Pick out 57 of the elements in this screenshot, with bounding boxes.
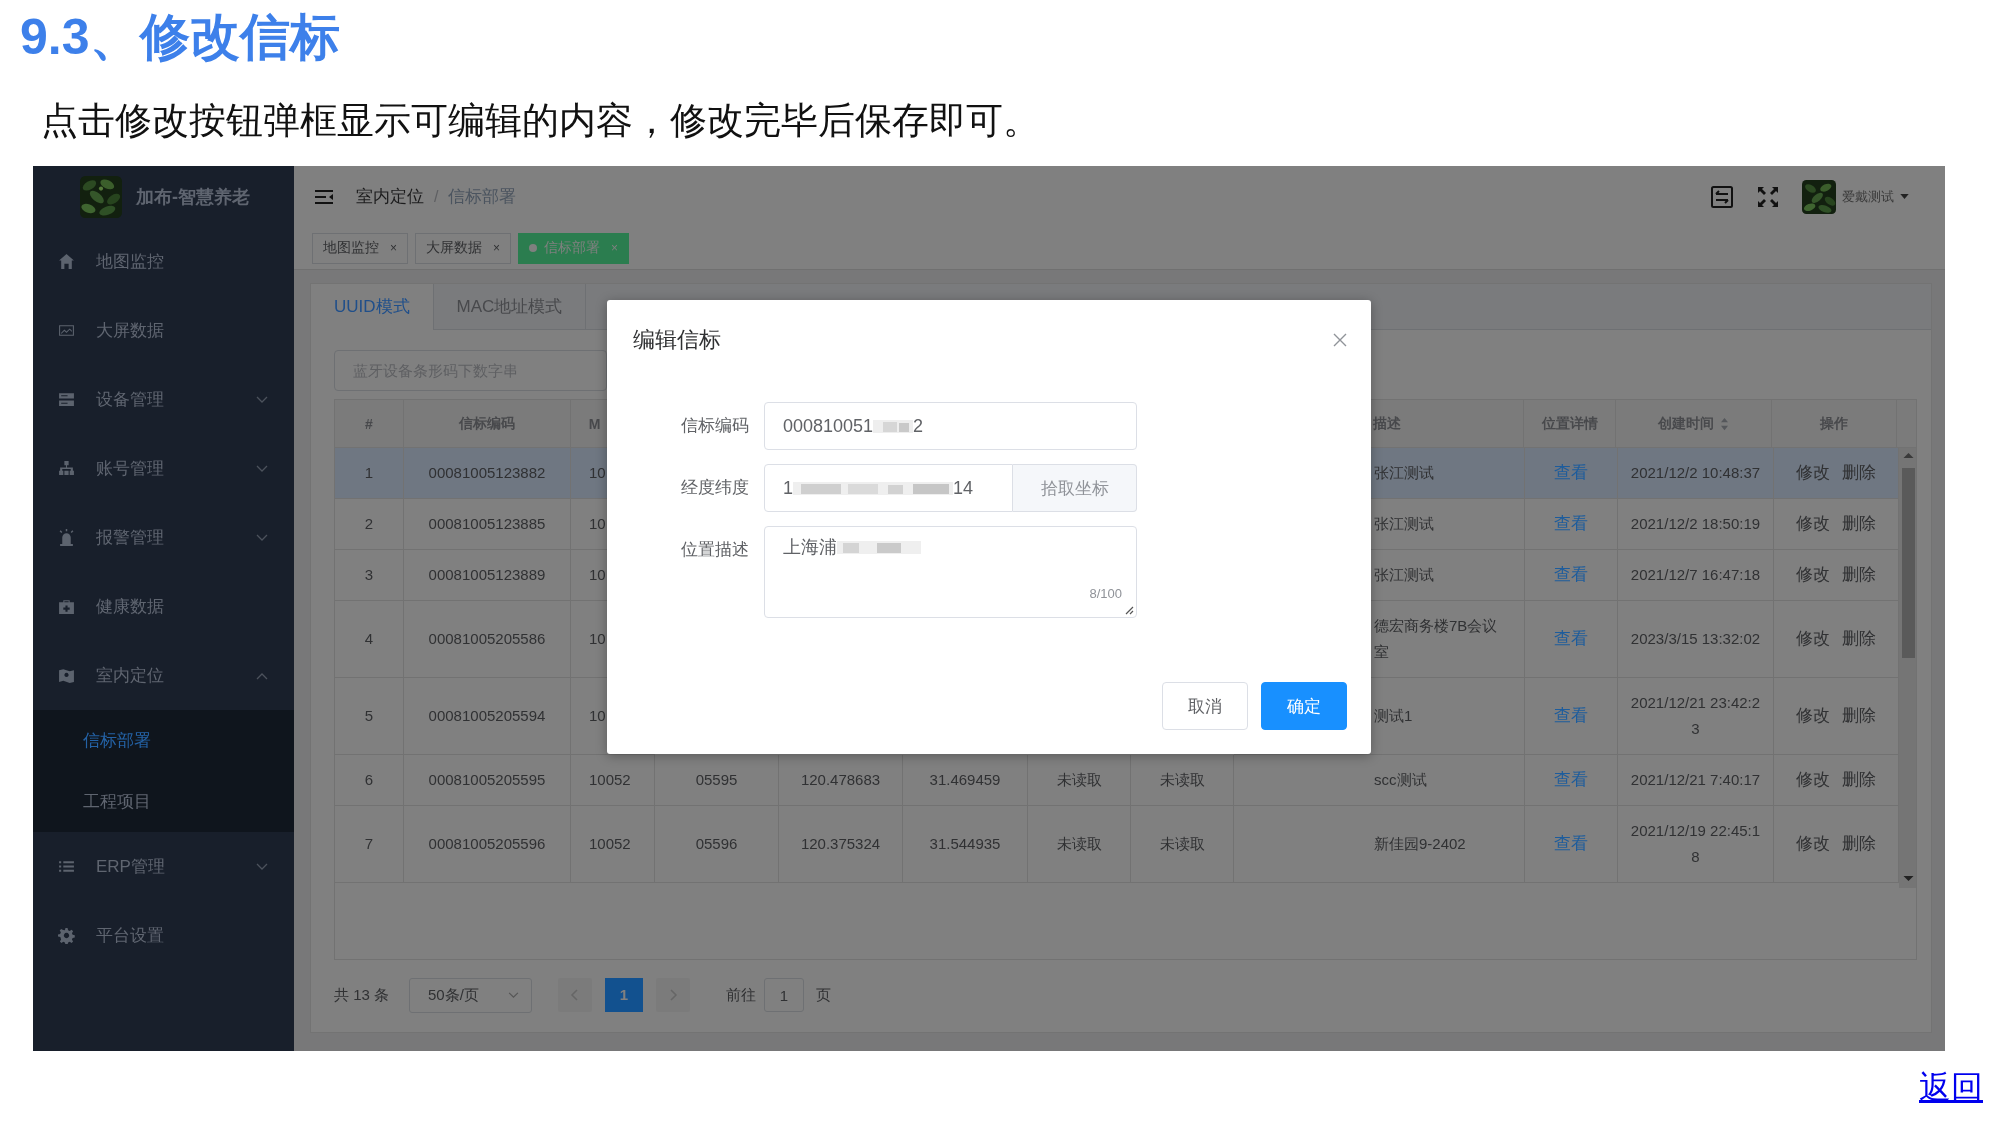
table-cell-text: 10 xyxy=(589,463,606,483)
brand-name: 加布-智慧养老 xyxy=(136,185,250,209)
table-cell-text: 10 xyxy=(589,514,606,534)
table-cell-text: 05596 xyxy=(695,834,738,854)
table-cell-text: 31.544935 xyxy=(929,834,1001,854)
table-cell-text: 10 xyxy=(589,706,606,726)
table-cell-text: 2021/12/2 10:48:37 xyxy=(1629,463,1762,483)
table-cell-text: 7 xyxy=(364,834,374,854)
field-label: 经度纬度 xyxy=(680,477,750,499)
table-cell-text: 2021/12/7 16:47:18 xyxy=(1629,565,1762,585)
character-counter: 8/100 xyxy=(1089,586,1122,601)
breadcrumb-separator: / xyxy=(434,187,439,206)
table-cell-text: 00081005205586 xyxy=(428,629,546,649)
total-count: 共 13 条 xyxy=(334,985,390,1005)
goto-label: 前往 xyxy=(726,985,757,1005)
section-heading: 9.3、修改信标 xyxy=(19,8,340,67)
table-cell-text: 2021/12/2 18:50:19 xyxy=(1629,514,1762,534)
table-cell-text: scc测试 xyxy=(1374,770,1427,790)
table-cell-text: 1 xyxy=(364,463,374,483)
intro-text: 点击修改按钮弹框显示可编辑的内容，修改完毕后保存即可。 xyxy=(40,99,1040,143)
table-cell-text: 张江测试 xyxy=(1374,565,1434,585)
table-cell-text: 2021/12/21 7:40:17 xyxy=(1629,770,1762,790)
table-cell-text: 测试1 xyxy=(1374,706,1413,726)
table-cell-text: 3 xyxy=(364,565,374,585)
table-cell-text: 未读取 xyxy=(1056,834,1102,854)
table-cell-text: 未读取 xyxy=(1159,834,1205,854)
table-cell-text: 00081005123885 xyxy=(428,514,546,534)
page-unit-label: 页 xyxy=(816,985,832,1005)
table-cell-text: 新佳园9-2402 xyxy=(1374,834,1466,854)
table-cell-text: 2021/12/19 22:45:18 xyxy=(1629,821,1762,867)
table-cell-text: 00081005123889 xyxy=(428,565,546,585)
table-cell-text: 10052 xyxy=(589,834,631,854)
table-cell-text: 120.478683 xyxy=(800,770,881,790)
field-label: 信标编码 xyxy=(680,415,750,437)
table-cell-text: 2 xyxy=(364,514,374,534)
table-cell-text: 张江测试 xyxy=(1374,463,1434,483)
table-cell-text: 00081005123882 xyxy=(428,463,546,483)
dialog-title: 编辑信标 xyxy=(633,326,721,354)
table-cell-text: 120.375324 xyxy=(800,834,881,854)
table-cell-text: 5 xyxy=(364,706,374,726)
table-cell-text: 10 xyxy=(589,629,606,649)
field-label: 位置描述 xyxy=(680,539,750,561)
table-cell-text: 4 xyxy=(364,629,374,649)
table-cell-text: 00081005205595 xyxy=(428,770,546,790)
table-cell-text: 00081005205594 xyxy=(428,706,546,726)
table-cell-text: 张江测试 xyxy=(1374,514,1434,534)
table-cell-text: 2021/12/21 23:42:23 xyxy=(1629,693,1762,739)
table-cell-text: 2023/3/15 13:32:02 xyxy=(1629,629,1762,649)
table-cell-text: 未读取 xyxy=(1056,770,1102,790)
table-cell-text: 05595 xyxy=(695,770,738,790)
table-cell-text: 31.469459 xyxy=(929,770,1001,790)
table-cell-text: 德宏商务楼7B会议室 xyxy=(1374,616,1499,662)
table-cell-text: 10 xyxy=(589,565,606,585)
table-cell-text: 未读取 xyxy=(1159,770,1205,790)
table-cell-text: 10052 xyxy=(589,770,631,790)
table-cell-text: 6 xyxy=(364,770,374,790)
table-cell-text: 00081005205596 xyxy=(428,834,546,854)
